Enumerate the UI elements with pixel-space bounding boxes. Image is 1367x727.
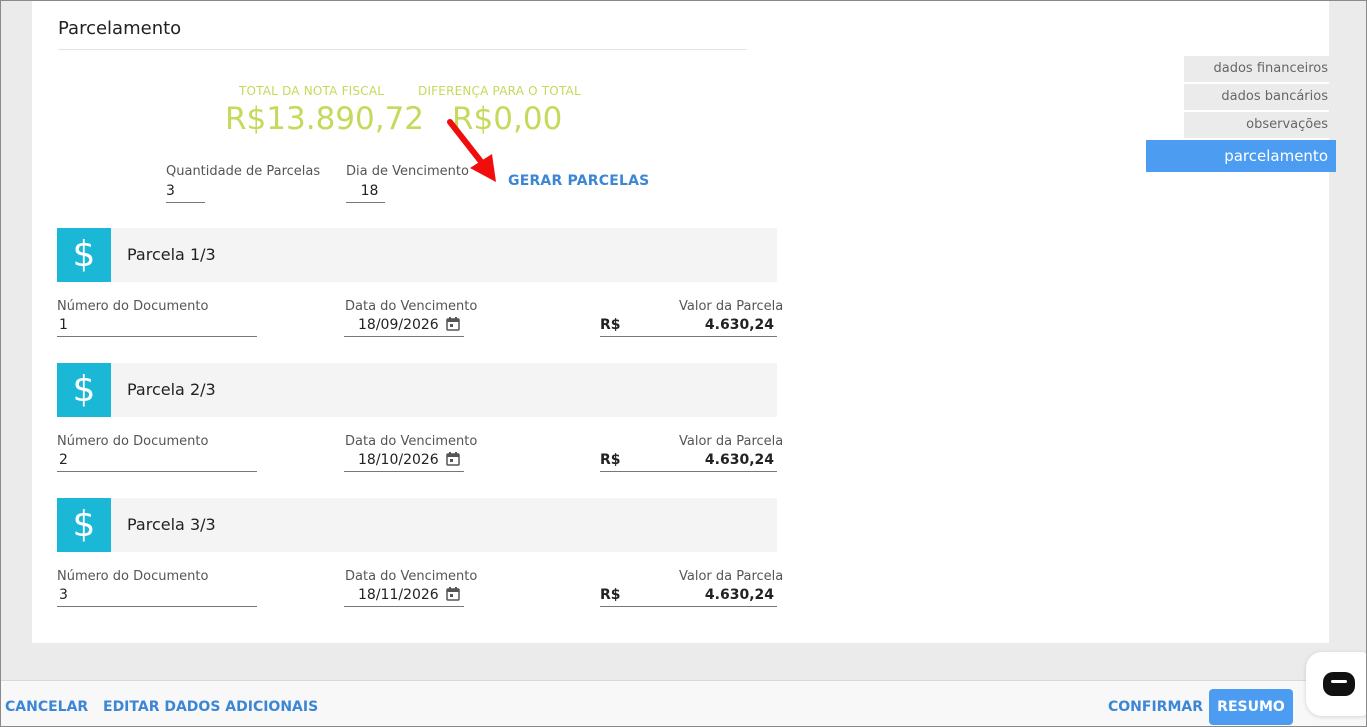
doc-label: Número do Documento xyxy=(57,569,209,584)
valor-label: Valor da Parcela xyxy=(679,299,784,314)
side-tab-dados-bancarios[interactable]: dados bancários xyxy=(1184,84,1336,110)
calendar-icon[interactable] xyxy=(446,452,460,466)
side-tab-observacoes[interactable]: observações xyxy=(1184,112,1336,138)
valor-value: 4.630,24 xyxy=(704,452,774,468)
side-tab-dados-financeiros[interactable]: dados financeiros xyxy=(1184,56,1336,82)
valor-label: Valor da Parcela xyxy=(679,569,784,584)
editar-dados-adicionais-button[interactable]: EDITAR DADOS ADICIONAIS xyxy=(103,699,318,715)
side-tab-parcelamento[interactable]: parcelamento xyxy=(1146,140,1336,172)
valor-value: 4.630,24 xyxy=(704,587,774,603)
currency-prefix: R$ xyxy=(600,317,621,333)
calendar-icon[interactable] xyxy=(446,317,460,331)
doc-input[interactable]: 2 xyxy=(57,450,257,472)
resumo-button[interactable]: RESUMO xyxy=(1209,689,1293,725)
cancelar-button[interactable]: CANCELAR xyxy=(5,699,88,715)
gerar-parcelas-button[interactable]: GERAR PARCELAS xyxy=(508,173,649,189)
total-label: TOTAL DA NOTA FISCAL xyxy=(239,84,385,98)
doc-label: Número do Documento xyxy=(57,434,209,449)
date-value: 18/10/2026 xyxy=(358,452,439,468)
valor-input[interactable]: R$ 4.630,24 xyxy=(600,450,777,472)
date-input[interactable]: 18/11/2026 xyxy=(344,585,464,607)
confirmar-button[interactable]: CONFIRMAR xyxy=(1108,699,1203,715)
date-label: Data do Vencimento xyxy=(345,434,478,449)
valor-input[interactable]: R$ 4.630,24 xyxy=(600,585,777,607)
date-value: 18/11/2026 xyxy=(358,587,439,603)
doc-label: Número do Documento xyxy=(57,299,209,314)
parcela-header: $ Parcela 2/3 xyxy=(57,363,777,417)
currency-prefix: R$ xyxy=(600,452,621,468)
diff-label: DIFERENÇA PARA O TOTAL xyxy=(418,84,581,98)
parcela-title: Parcela 1/3 xyxy=(127,245,216,264)
valor-value: 4.630,24 xyxy=(704,317,774,333)
date-label: Data do Vencimento xyxy=(345,299,478,314)
red-arrow-annotation xyxy=(447,119,496,182)
valor-input[interactable]: R$ 4.630,24 xyxy=(600,315,777,337)
valor-label: Valor da Parcela xyxy=(679,434,784,449)
doc-input[interactable]: 3 xyxy=(57,585,257,607)
total-value: R$13.890,72 xyxy=(225,101,425,137)
date-label: Data do Vencimento xyxy=(345,569,478,584)
qty-input[interactable]: 3 xyxy=(166,181,205,203)
chat-icon xyxy=(1323,672,1355,696)
parcela-title: Parcela 3/3 xyxy=(127,515,216,534)
parcela-title: Parcela 2/3 xyxy=(127,380,216,399)
dollar-icon: $ xyxy=(57,228,111,282)
parcela-header: $ Parcela 3/3 xyxy=(57,498,777,552)
title-divider xyxy=(58,49,747,50)
dollar-icon: $ xyxy=(57,363,111,417)
section-title: Parcelamento xyxy=(58,18,182,39)
calendar-icon[interactable] xyxy=(446,587,460,601)
doc-input[interactable]: 1 xyxy=(57,315,257,337)
date-input[interactable]: 18/09/2026 xyxy=(344,315,464,337)
day-input[interactable]: 18 xyxy=(346,181,385,203)
dollar-icon: $ xyxy=(57,498,111,552)
chat-button[interactable] xyxy=(1306,652,1367,716)
qty-label: Quantidade de Parcelas xyxy=(166,164,321,179)
parcela-header: $ Parcela 1/3 xyxy=(57,228,777,282)
date-value: 18/09/2026 xyxy=(358,317,439,333)
currency-prefix: R$ xyxy=(600,587,621,603)
footer-bar: CANCELAR EDITAR DADOS ADICIONAIS CONFIRM… xyxy=(0,680,1367,727)
date-input[interactable]: 18/10/2026 xyxy=(344,450,464,472)
